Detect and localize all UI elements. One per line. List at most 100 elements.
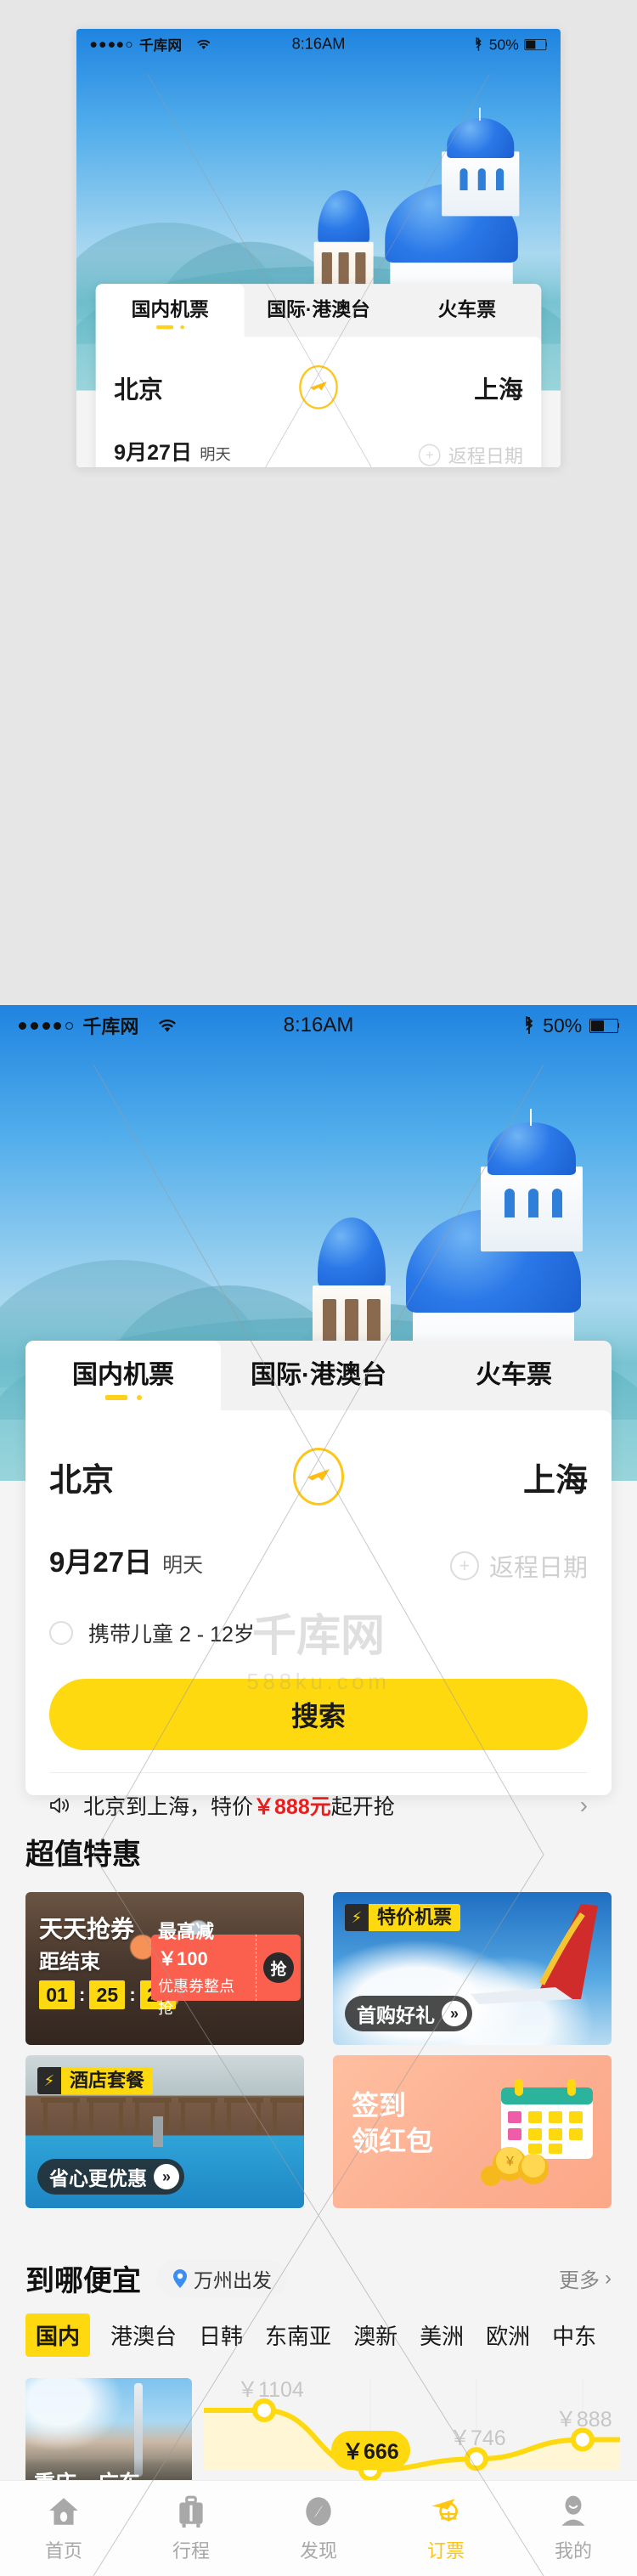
nav-item-plane-ticket[interactable]: 订票: [382, 2494, 510, 2563]
return-date-button[interactable]: + 返程日期: [449, 1548, 588, 1584]
daily-coupon-title: 天天抢券: [39, 1916, 135, 1942]
coupon-grab-button[interactable]: 抢: [263, 1952, 294, 1983]
battery-fill: [591, 1020, 605, 1031]
special-fare-button-label: 首购好礼: [357, 2004, 435, 2026]
special-fare-tag-label: 特价机票: [369, 1904, 461, 1931]
special-fare-button[interactable]: 首购好礼 »: [345, 1996, 472, 2031]
countdown-separator: :: [79, 1984, 86, 2005]
swap-cities-button[interactable]: [293, 1448, 344, 1505]
tab-active-dot: [180, 325, 184, 330]
from-city[interactable]: 北京: [49, 1454, 114, 1500]
tab-label: 火车票: [476, 1361, 552, 1389]
coupon-text: 最高减￥100 优惠券整点抢: [151, 1917, 256, 2019]
speaker-icon: [49, 1796, 71, 1815]
chart-point-label-3: ￥888: [555, 2407, 612, 2432]
status-bar: 千库网 8:16AM 50%: [0, 1005, 637, 1046]
plus-circle-icon: +: [449, 1551, 479, 1580]
app-screen: 千库网 8:16AM 50% 国内机票 国际·港澳台 火车票北京 上海 9月27日 明天 + 返程日…: [0, 1005, 637, 2576]
countdown-separator: :: [129, 1984, 136, 2005]
chart-point-label-0: ￥1104: [237, 2378, 304, 2402]
notice-prefix: 北京到上海，特价: [83, 1795, 254, 1819]
return-date-placeholder: 返程日期: [448, 446, 523, 467]
more-link[interactable]: 更多 ›: [559, 2263, 612, 2293]
depart-city-pill[interactable]: 万州出发: [156, 2259, 287, 2297]
arrow-right-circle-icon: »: [154, 2164, 179, 2189]
category-0[interactable]: 国内: [25, 2313, 91, 2357]
swap-cities-button[interactable]: [299, 364, 338, 410]
plane-illustration: [454, 1899, 606, 2009]
depart-date-group[interactable]: 9月27日 明天: [114, 435, 231, 466]
hotel-package-button-label: 省心更优惠: [49, 2167, 147, 2189]
promo-card-daily-coupon[interactable]: 天天抢券距结束01:25:25最高减￥100优惠券整点抢抢: [25, 1892, 304, 2045]
home-icon: [46, 2494, 82, 2529]
window-shape: [505, 1189, 515, 1217]
status-bar: 千库网 8:16AM 50%: [76, 29, 561, 59]
more-label: 更多: [559, 2269, 600, 2292]
tab-active-dot: [137, 1395, 142, 1400]
tab-active-underline: [156, 325, 173, 330]
hotel-package-button[interactable]: 省心更优惠 »: [37, 2159, 184, 2195]
tab-label: 国际·港澳台: [251, 1361, 386, 1389]
battery-fill: [525, 40, 536, 49]
category-7[interactable]: 中东: [550, 2313, 598, 2357]
countdown-segment: 25: [89, 1980, 126, 2009]
to-city[interactable]: 上海: [523, 1454, 588, 1500]
bolt-icon: ⚡: [345, 1904, 369, 1931]
coupon-line2: 优惠券整点抢: [158, 1978, 234, 2017]
signin-line2: 领红包: [352, 2125, 434, 2156]
nav-item-person[interactable]: 我的: [510, 2494, 637, 2563]
promo-card-signin-redpacket[interactable]: 签到 领红包 ¥: [333, 2055, 612, 2208]
depart-date-group[interactable]: 9月27日 明天: [49, 1539, 203, 1580]
depart-day: 明天: [200, 445, 231, 464]
promo-notice-text: 北京到上海，特价￥888元起开抢: [83, 1790, 395, 1821]
from-city[interactable]: 北京: [114, 370, 163, 405]
category-5[interactable]: 美洲: [418, 2313, 465, 2357]
depart-city-label: 万州出发: [194, 2268, 272, 2291]
tab-label: 国际·港澳台: [267, 299, 370, 321]
coupon-ticket[interactable]: 最高减￥100 优惠券整点抢抢: [151, 1921, 301, 2017]
plus-circle-icon: +: [418, 443, 441, 466]
tab-active-underline: [105, 1395, 127, 1400]
booking-form: 北京 上海 9月27日明天 + 返程日期携带儿童 2 - 12岁搜索北京到上海，特价￥8…: [25, 1410, 612, 1819]
resort-illustration: [25, 2091, 304, 2150]
status-time: 8:16AM: [283, 1014, 354, 1037]
window-shape: [496, 168, 505, 190]
child-option-row[interactable]: 携带儿童 2 - 12岁: [49, 1584, 588, 1648]
return-date-button[interactable]: + 返程日期: [418, 442, 523, 467]
nav-item-label: 首页: [44, 2540, 82, 2562]
battery-icon: [589, 1018, 619, 1033]
person-icon: [555, 2494, 591, 2529]
search-button[interactable]: 搜索: [49, 1679, 588, 1750]
special-fare-tag: ⚡ 特价机票: [345, 1904, 461, 1931]
tab-label: 火车票: [437, 299, 496, 321]
tab-label: 国内机票: [131, 299, 209, 321]
bell-tower-dome: [318, 190, 370, 245]
nav-item-luggage[interactable]: 行程: [127, 2494, 255, 2563]
bottom-nav: 首页 行程 发现 订票 我的: [0, 2480, 637, 2576]
category-3[interactable]: 东南亚: [263, 2313, 333, 2357]
route-row: 北京 上海: [114, 337, 523, 410]
nav-item-compass[interactable]: 发现: [255, 2494, 382, 2563]
notice-suffix: 起开抢: [330, 1795, 395, 1819]
to-city[interactable]: 上海: [474, 370, 523, 405]
promo-notice-row[interactable]: 北京到上海，特价￥888元起开抢 ›: [49, 1790, 588, 1821]
depart-day: 明天: [162, 1554, 204, 1577]
category-6[interactable]: 欧洲: [484, 2313, 532, 2357]
plane-ticket-icon: [428, 2494, 464, 2529]
radio-unchecked-icon[interactable]: [49, 1621, 73, 1645]
booking-card: 国内机票 国际·港澳台 火车票北京 上海 9月27日明天 + 返程日期携带儿童 2 - 12…: [25, 1341, 612, 1819]
status-time: 8:16AM: [291, 35, 346, 54]
promo-card-hotel-package[interactable]: ⚡ 酒店套餐 省心更优惠»: [25, 2055, 304, 2208]
tab-label: 国内机票: [72, 1361, 174, 1389]
location-pin-icon: [172, 2268, 189, 2289]
category-2[interactable]: 日韩: [197, 2313, 245, 2357]
promo-card-special-fare[interactable]: ⚡ 特价机票首购好礼 »: [333, 1892, 612, 2045]
preview-inner: 千库网 8:16AM 50% 国内机票 国际·港澳台 火车票北京 上海 9月27日 明天 + 返程日…: [76, 29, 561, 467]
battery-icon: [524, 38, 548, 50]
nav-item-home[interactable]: 首页: [0, 2494, 127, 2563]
date-row: 9月27日 明天 + 返程日期: [49, 1505, 588, 1584]
category-1[interactable]: 港澳台: [109, 2313, 178, 2357]
plane-swap-icon: [306, 1465, 331, 1489]
category-4[interactable]: 澳新: [352, 2313, 399, 2357]
chevron-right-icon: ›: [605, 2266, 612, 2290]
